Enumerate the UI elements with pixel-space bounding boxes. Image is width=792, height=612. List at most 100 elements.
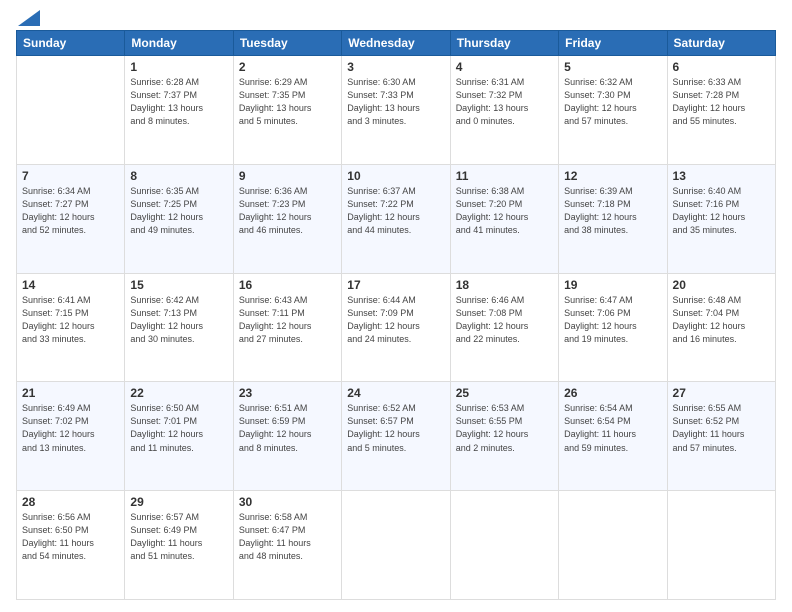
calendar-cell: 27Sunrise: 6:55 AM Sunset: 6:52 PM Dayli… (667, 382, 775, 491)
logo (16, 12, 40, 22)
day-info: Sunrise: 6:58 AM Sunset: 6:47 PM Dayligh… (239, 511, 336, 563)
day-info: Sunrise: 6:56 AM Sunset: 6:50 PM Dayligh… (22, 511, 119, 563)
calendar-cell: 29 Sunrise: 6:57 AM Sunset: 6:49 PM Dayli… (125, 491, 233, 600)
day-number: 5 (564, 60, 661, 74)
day-number: 8 (130, 169, 227, 183)
calendar-cell: 21 Sunrise: 6:49 AM Sunset: 7:02 PM Dayli… (17, 382, 125, 491)
day-info: Sunrise: 6:28 AM Sunset: 7:37 PM Dayligh… (130, 76, 227, 128)
calendar-cell: 19 Sunrise: 6:47 AM Sunset: 7:06 PM Dayli… (559, 273, 667, 382)
calendar-cell: 11 Sunrise: 6:38 AM Sunset: 7:20 PM Dayli… (450, 164, 558, 273)
day-info: Sunrise: 6:40 AM Sunset: 7:16 PM Dayligh… (673, 185, 770, 237)
day-number: 14 (22, 278, 119, 292)
calendar-cell: 18 Sunrise: 6:46 AM Sunset: 7:08 PM Dayli… (450, 273, 558, 382)
day-header-sunday: Sunday (17, 31, 125, 56)
day-number: 10 (347, 169, 444, 183)
calendar-cell: 13 Sunrise: 6:40 AM Sunset: 7:16 PM Dayli… (667, 164, 775, 273)
day-number: 30 (239, 495, 336, 509)
day-number: 2 (239, 60, 336, 74)
day-number: 23 (239, 386, 336, 400)
day-info: Sunrise: 6:32 AM Sunset: 7:30 PM Dayligh… (564, 76, 661, 128)
day-header-wednesday: Wednesday (342, 31, 450, 56)
calendar-cell: 17 Sunrise: 6:44 AM Sunset: 7:09 PM Dayli… (342, 273, 450, 382)
day-info: Sunrise: 6:42 AM Sunset: 7:13 PM Dayligh… (130, 294, 227, 346)
day-info: Sunrise: 6:30 AM Sunset: 7:33 PM Dayligh… (347, 76, 444, 128)
calendar-cell: 30 Sunrise: 6:58 AM Sunset: 6:47 PM Dayli… (233, 491, 341, 600)
day-info: Sunrise: 6:52 AM Sunset: 6:57 PM Dayligh… (347, 402, 444, 454)
calendar-cell: 7 Sunrise: 6:34 AM Sunset: 7:27 PM Daylig… (17, 164, 125, 273)
calendar-cell: 10 Sunrise: 6:37 AM Sunset: 7:22 PM Dayli… (342, 164, 450, 273)
day-number: 15 (130, 278, 227, 292)
day-number: 16 (239, 278, 336, 292)
day-number: 12 (564, 169, 661, 183)
calendar-cell: 28 Sunrise: 6:56 AM Sunset: 6:50 PM Dayli… (17, 491, 125, 600)
day-number: 20 (673, 278, 770, 292)
day-number: 25 (456, 386, 553, 400)
calendar-cell: 12 Sunrise: 6:39 AM Sunset: 7:18 PM Dayli… (559, 164, 667, 273)
day-number: 27 (673, 386, 770, 400)
day-number: 28 (22, 495, 119, 509)
calendar-cell (667, 491, 775, 600)
day-info: Sunrise: 6:54 AM Sunset: 6:54 PM Dayligh… (564, 402, 661, 454)
calendar-cell (342, 491, 450, 600)
day-info: Sunrise: 6:35 AM Sunset: 7:25 PM Dayligh… (130, 185, 227, 237)
calendar-cell (450, 491, 558, 600)
calendar-cell: 20Sunrise: 6:48 AM Sunset: 7:04 PM Dayli… (667, 273, 775, 382)
day-number: 11 (456, 169, 553, 183)
day-info: Sunrise: 6:36 AM Sunset: 7:23 PM Dayligh… (239, 185, 336, 237)
day-number: 7 (22, 169, 119, 183)
day-info: Sunrise: 6:41 AM Sunset: 7:15 PM Dayligh… (22, 294, 119, 346)
day-number: 9 (239, 169, 336, 183)
calendar-cell: 25 Sunrise: 6:53 AM Sunset: 6:55 PM Dayli… (450, 382, 558, 491)
day-number: 13 (673, 169, 770, 183)
page: SundayMondayTuesdayWednesdayThursdayFrid… (0, 0, 792, 612)
calendar-cell: 22Sunrise: 6:50 AM Sunset: 7:01 PM Dayli… (125, 382, 233, 491)
day-info: Sunrise: 6:33 AM Sunset: 7:28 PM Dayligh… (673, 76, 770, 128)
calendar-cell: 24Sunrise: 6:52 AM Sunset: 6:57 PM Dayli… (342, 382, 450, 491)
calendar-cell: 23Sunrise: 6:51 AM Sunset: 6:59 PM Dayli… (233, 382, 341, 491)
calendar-cell: 1Sunrise: 6:28 AM Sunset: 7:37 PM Daylig… (125, 56, 233, 165)
day-number: 6 (673, 60, 770, 74)
day-info: Sunrise: 6:29 AM Sunset: 7:35 PM Dayligh… (239, 76, 336, 128)
calendar-cell (17, 56, 125, 165)
calendar-header-row: SundayMondayTuesdayWednesdayThursdayFrid… (17, 31, 776, 56)
day-info: Sunrise: 6:34 AM Sunset: 7:27 PM Dayligh… (22, 185, 119, 237)
day-header-saturday: Saturday (667, 31, 775, 56)
day-number: 26 (564, 386, 661, 400)
calendar-week-row: 7 Sunrise: 6:34 AM Sunset: 7:27 PM Daylig… (17, 164, 776, 273)
calendar-cell (559, 491, 667, 600)
day-info: Sunrise: 6:38 AM Sunset: 7:20 PM Dayligh… (456, 185, 553, 237)
day-header-thursday: Thursday (450, 31, 558, 56)
logo-icon (18, 10, 40, 26)
calendar-cell: 4 Sunrise: 6:31 AM Sunset: 7:32 PM Daylig… (450, 56, 558, 165)
calendar-table: SundayMondayTuesdayWednesdayThursdayFrid… (16, 30, 776, 600)
day-number: 18 (456, 278, 553, 292)
day-info: Sunrise: 6:47 AM Sunset: 7:06 PM Dayligh… (564, 294, 661, 346)
calendar-cell: 2 Sunrise: 6:29 AM Sunset: 7:35 PM Daylig… (233, 56, 341, 165)
calendar-cell: 5 Sunrise: 6:32 AM Sunset: 7:30 PM Daylig… (559, 56, 667, 165)
header (16, 12, 776, 22)
day-info: Sunrise: 6:39 AM Sunset: 7:18 PM Dayligh… (564, 185, 661, 237)
day-number: 21 (22, 386, 119, 400)
day-number: 29 (130, 495, 227, 509)
day-number: 19 (564, 278, 661, 292)
day-number: 17 (347, 278, 444, 292)
day-info: Sunrise: 6:46 AM Sunset: 7:08 PM Dayligh… (456, 294, 553, 346)
day-info: Sunrise: 6:53 AM Sunset: 6:55 PM Dayligh… (456, 402, 553, 454)
day-info: Sunrise: 6:43 AM Sunset: 7:11 PM Dayligh… (239, 294, 336, 346)
calendar-cell: 26 Sunrise: 6:54 AM Sunset: 6:54 PM Dayli… (559, 382, 667, 491)
day-info: Sunrise: 6:31 AM Sunset: 7:32 PM Dayligh… (456, 76, 553, 128)
calendar-week-row: 28 Sunrise: 6:56 AM Sunset: 6:50 PM Dayli… (17, 491, 776, 600)
day-header-friday: Friday (559, 31, 667, 56)
day-info: Sunrise: 6:44 AM Sunset: 7:09 PM Dayligh… (347, 294, 444, 346)
day-header-tuesday: Tuesday (233, 31, 341, 56)
day-number: 4 (456, 60, 553, 74)
calendar-cell: 6 Sunrise: 6:33 AM Sunset: 7:28 PM Daylig… (667, 56, 775, 165)
calendar-cell: 16 Sunrise: 6:43 AM Sunset: 7:11 PM Dayli… (233, 273, 341, 382)
day-info: Sunrise: 6:37 AM Sunset: 7:22 PM Dayligh… (347, 185, 444, 237)
calendar-cell: 14 Sunrise: 6:41 AM Sunset: 7:15 PM Dayli… (17, 273, 125, 382)
day-info: Sunrise: 6:57 AM Sunset: 6:49 PM Dayligh… (130, 511, 227, 563)
day-info: Sunrise: 6:49 AM Sunset: 7:02 PM Dayligh… (22, 402, 119, 454)
calendar-cell: 8 Sunrise: 6:35 AM Sunset: 7:25 PM Daylig… (125, 164, 233, 273)
day-header-monday: Monday (125, 31, 233, 56)
day-number: 22 (130, 386, 227, 400)
